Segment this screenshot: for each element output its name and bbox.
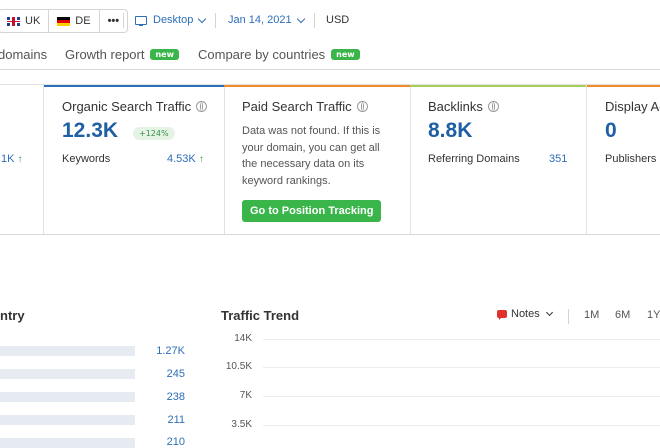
tab-compare-by-countries[interactable]: Compare by countries new <box>198 47 360 62</box>
database-uk-button[interactable]: UK <box>0 10 50 32</box>
notes-label: Notes <box>511 308 540 320</box>
uk-flag-icon <box>7 16 20 26</box>
chevron-down-icon <box>545 308 553 317</box>
toolbar-divider <box>123 13 124 28</box>
range-6m-button[interactable]: 6M <box>615 309 630 321</box>
country-bar <box>0 392 135 402</box>
backlinks-title-text[interactable]: Backlinks <box>428 99 483 114</box>
gridline <box>263 339 660 340</box>
country-bar <box>0 415 135 425</box>
device-label: Desktop <box>153 14 194 26</box>
tab-growth-report[interactable]: Growth report new <box>65 47 179 62</box>
paid-title-text[interactable]: Paid Search Traffic <box>242 99 352 114</box>
y-axis-tick: 10.5K <box>225 361 252 372</box>
date-label: Jan 14, 2021 <box>228 14 292 26</box>
backlinks-value[interactable]: 8.8K <box>428 119 472 143</box>
tabs-divider <box>0 69 660 70</box>
database-selector: UK DE ••• <box>0 9 129 33</box>
range-divider <box>568 309 569 324</box>
date-selector[interactable]: Jan 14, 2021 <box>228 14 305 26</box>
device-selector[interactable]: Desktop <box>135 14 207 26</box>
partial-card: 1K ↑ <box>0 85 44 234</box>
keywords-label: Keywords <box>62 153 111 165</box>
tab-growth-report-label: Growth report <box>65 47 145 62</box>
backlinks-card: Backlinks 8.8K Referring Domains 351 <box>410 84 587 234</box>
gridline <box>263 425 660 426</box>
publishers-label: Publishers <box>605 153 657 165</box>
range-1y-button[interactable]: 1Y <box>647 309 660 321</box>
de-flag-icon <box>57 16 71 26</box>
backlinks-title: Backlinks <box>428 99 499 114</box>
database-uk-label: UK <box>25 15 41 27</box>
country-value[interactable]: 1.27K <box>135 345 185 357</box>
globe-icon <box>356 101 368 112</box>
organic-search-card: Organic Search Traffic 12.3K +124% Keywo… <box>43 84 225 234</box>
organic-title: Organic Search Traffic <box>62 99 208 114</box>
paid-no-data-text: Data was not found. If this is your doma… <box>242 125 381 187</box>
paid-search-card: Paid Search Traffic Data was not found. … <box>224 84 411 234</box>
new-badge: new <box>331 49 360 60</box>
tab-domains-label: domains <box>0 47 48 62</box>
toolbar-divider <box>314 13 315 28</box>
chevron-down-icon <box>198 14 207 23</box>
partial-card-value: 1K ↑ <box>1 153 23 165</box>
country-value[interactable]: 210 <box>135 436 185 448</box>
tab-compare-label: Compare by countries <box>198 47 326 62</box>
country-value[interactable]: 238 <box>135 391 185 403</box>
more-dots-icon: ••• <box>107 15 120 27</box>
traffic-trend-title: Traffic Trend <box>221 308 300 323</box>
country-widget-title: ntry <box>0 308 25 323</box>
y-axis-tick: 3.5K <box>231 419 252 430</box>
database-de-button[interactable]: DE <box>49 10 100 32</box>
keywords-value-text[interactable]: 4.53K <box>167 153 196 165</box>
notes-dropdown[interactable]: Notes <box>497 308 553 320</box>
notes-icon <box>497 310 507 320</box>
paid-title: Paid Search Traffic <box>242 99 368 114</box>
arrow-up-icon: ↑ <box>198 154 204 165</box>
gridline <box>263 367 660 368</box>
keywords-value: 4.53K ↑ <box>167 153 204 165</box>
arrow-up-icon: ↑ <box>17 154 23 165</box>
organic-title-text[interactable]: Organic Search Traffic <box>62 99 191 114</box>
country-value[interactable]: 245 <box>135 368 185 380</box>
country-value[interactable]: 211 <box>135 414 185 426</box>
new-badge: new <box>150 49 179 60</box>
y-axis-tick: 7K <box>239 390 252 401</box>
globe-icon <box>487 101 499 112</box>
country-bar <box>0 369 135 379</box>
display-value[interactable]: 0 <box>605 119 617 143</box>
globe-icon <box>196 101 208 112</box>
organic-traffic-value[interactable]: 12.3K <box>62 119 118 143</box>
cards-bottom-border <box>0 234 660 235</box>
database-de-label: DE <box>75 15 91 27</box>
tab-domains[interactable]: domains <box>0 47 47 62</box>
country-bar <box>0 346 135 356</box>
display-advertising-card: Display Ac 0 Publishers <box>587 84 660 234</box>
display-title[interactable]: Display Ac <box>605 99 660 114</box>
go-to-position-tracking-button[interactable]: Go to Position Tracking <box>242 200 382 222</box>
partial-card-value-text[interactable]: 1K <box>1 153 14 165</box>
gridline <box>263 396 660 397</box>
currency-label: USD <box>326 14 350 26</box>
range-1m-button[interactable]: 1M <box>584 309 599 321</box>
chevron-down-icon <box>296 14 305 23</box>
referring-domains-value[interactable]: 351 <box>549 153 567 165</box>
referring-domains-label: Referring Domains <box>428 153 520 165</box>
toolbar-divider <box>215 13 216 28</box>
y-axis-tick: 14K <box>234 333 252 344</box>
organic-change-badge: +124% <box>133 127 175 140</box>
desktop-monitor-icon <box>135 15 147 26</box>
cards-top-border <box>0 84 660 85</box>
